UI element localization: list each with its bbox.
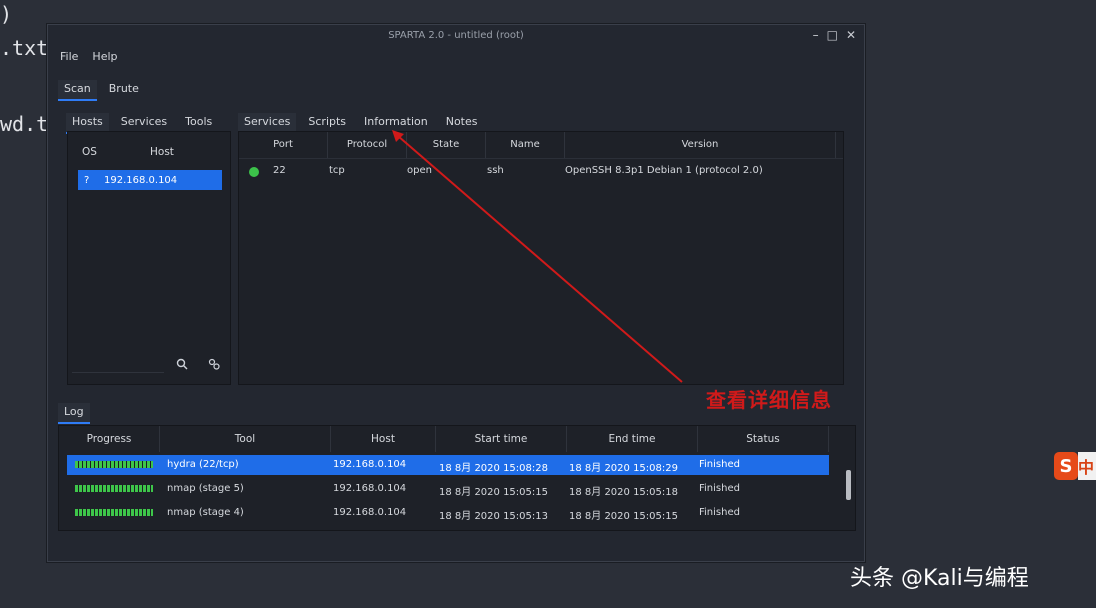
sogou-ime-icon[interactable]: S [1054,452,1078,480]
watermark: 头条 @Kali与编程 [850,566,1029,591]
annotation-arrow [392,130,683,383]
annotation-text: 查看详细信息 [706,388,832,412]
ime-mode-indicator[interactable]: 中 [1078,452,1096,480]
